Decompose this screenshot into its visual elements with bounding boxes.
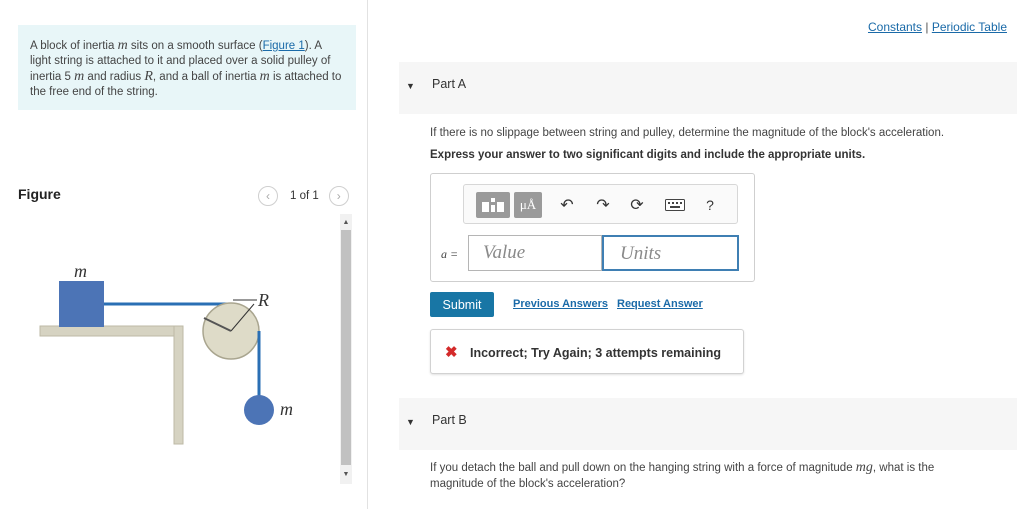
help-button[interactable]: ? <box>702 192 718 218</box>
feedback-message: Incorrect; Try Again; 3 attempts remaini… <box>470 346 721 360</box>
scroll-down-icon[interactable]: ▼ <box>340 468 352 480</box>
collapse-triangle-icon[interactable]: ▼ <box>406 417 415 427</box>
figure-title: Figure <box>18 186 61 202</box>
answer-box: μÅ ↶ ↷ ⟳ ? a = Value Units <box>430 173 755 282</box>
intro-text: and radius <box>84 71 145 83</box>
table-top <box>39 325 184 337</box>
previous-answers-link[interactable]: Previous Answers <box>513 298 608 310</box>
scroll-up-icon[interactable]: ▲ <box>340 216 352 228</box>
ball-label: m <box>280 399 293 419</box>
part-b-text: If you detach the ball and pull down on … <box>430 462 856 474</box>
right-panel: Constants | Periodic Table ▼ Part A If t… <box>369 0 1024 509</box>
left-panel: A block of inertia m sits on a smooth su… <box>0 0 368 509</box>
math-toolbar: μÅ ↶ ↷ ⟳ ? <box>463 184 738 224</box>
figure-canvas: m R m <box>18 210 340 486</box>
var-mg: mg <box>855 460 873 475</box>
scroll-thumb[interactable] <box>341 230 351 465</box>
constants-link[interactable]: Constants <box>868 20 922 34</box>
intro-text: , and a ball of inertia <box>152 71 260 83</box>
part-a-instruction: Express your answer to two significant d… <box>430 149 866 161</box>
part-a-question: If there is no slippage between string a… <box>430 127 945 139</box>
request-answer-link[interactable]: Request Answer <box>617 298 703 310</box>
problem-intro: A block of inertia m sits on a smooth su… <box>18 25 356 110</box>
part-b-header[interactable]: ▼ Part B <box>399 398 1017 450</box>
pulley-diagram: m R m <box>39 261 293 445</box>
page-count: 1 of 1 <box>290 190 319 202</box>
block <box>59 281 104 327</box>
feedback-box: ✖ Incorrect; Try Again; 3 attempts remai… <box>430 329 744 374</box>
units-button[interactable]: μÅ <box>514 192 542 218</box>
top-links: Constants | Periodic Table <box>868 20 1007 34</box>
collapse-triangle-icon[interactable]: ▼ <box>406 81 415 91</box>
templates-icon[interactable] <box>476 192 510 218</box>
pulley-label: R <box>257 290 269 310</box>
units-input[interactable]: Units <box>602 235 739 271</box>
part-b-title: Part B <box>432 413 467 427</box>
part-b-question: If you detach the ball and pull down on … <box>430 460 990 492</box>
var-m: m <box>74 69 85 84</box>
part-a-title: Part A <box>432 77 467 91</box>
keyboard-icon[interactable] <box>664 192 686 218</box>
chevron-left-icon[interactable]: ‹ <box>258 186 278 206</box>
chevron-right-icon[interactable]: › <box>328 186 349 206</box>
undo-icon[interactable]: ↶ <box>558 192 576 218</box>
figure-link[interactable]: Figure 1 <box>263 40 305 52</box>
reset-icon[interactable]: ⟳ <box>628 192 646 218</box>
value-input[interactable]: Value <box>468 235 602 271</box>
var-r: R <box>144 69 153 84</box>
link-separator: | <box>925 20 929 34</box>
intro-text: sits on a smooth surface ( <box>127 40 263 52</box>
part-a-header[interactable]: ▼ Part A <box>399 62 1017 114</box>
redo-icon[interactable]: ↷ <box>594 192 612 218</box>
error-x-icon: ✖ <box>445 344 458 361</box>
variable-label: a = <box>441 247 459 261</box>
figure-scrollbar[interactable]: ▲ ▼ <box>340 214 352 484</box>
figure-pager: ‹ 1 of 1 › <box>258 186 349 206</box>
intro-text: A block of inertia <box>30 40 118 52</box>
table-leg <box>173 325 184 445</box>
block-label: m <box>74 261 87 281</box>
submit-button[interactable]: Submit <box>430 292 494 317</box>
ball <box>244 395 274 425</box>
var-m: m <box>259 69 270 84</box>
periodic-table-link[interactable]: Periodic Table <box>932 20 1007 34</box>
var-m: m <box>117 38 128 53</box>
